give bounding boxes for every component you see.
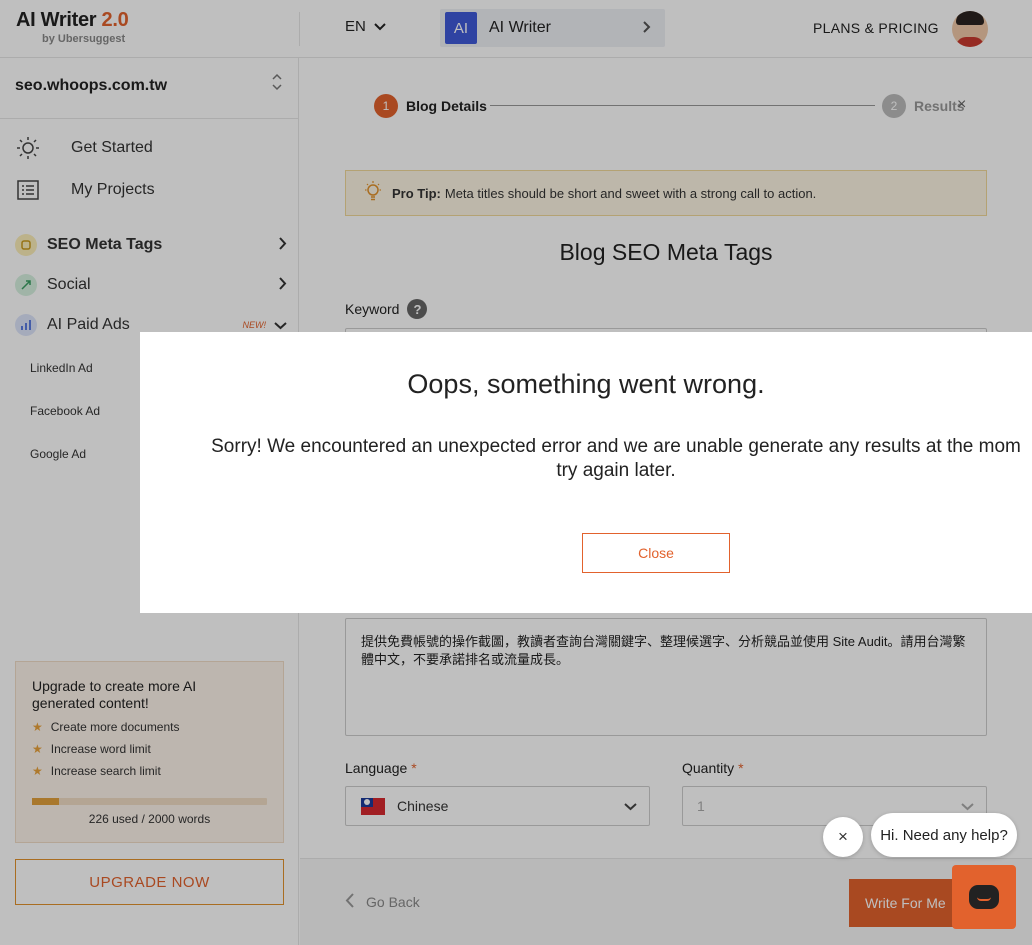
chat-dismiss-button[interactable]: × (823, 817, 863, 857)
chat-icon (969, 885, 999, 909)
chat-bubble[interactable]: Hi. Need any help? (871, 813, 1017, 857)
modal-message: Sorry! We encountered an unexpected erro… (211, 436, 1021, 481)
chat-launcher-button[interactable] (952, 865, 1016, 929)
close-button[interactable]: Close (582, 533, 730, 573)
modal-title: Oops, something went wrong. (407, 369, 765, 399)
error-modal: Oops, something went wrong. Sorry! We en… (140, 332, 1032, 613)
